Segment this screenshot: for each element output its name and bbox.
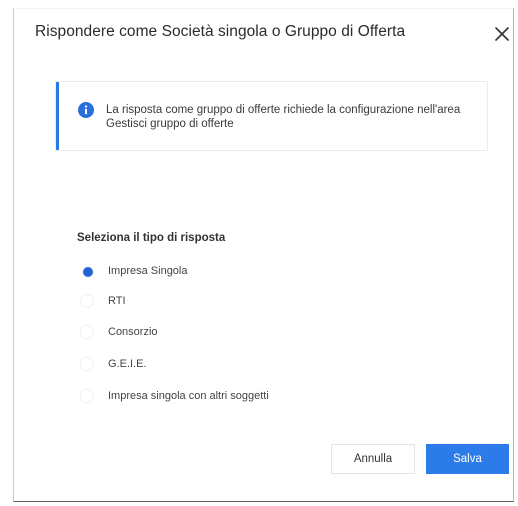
radio-label: Consorzio — [108, 326, 158, 338]
save-button[interactable]: Salva — [426, 444, 509, 474]
close-icon — [495, 27, 509, 41]
radio-rti[interactable]: RTI — [80, 291, 380, 311]
radio-label: Impresa singola con altri soggetti — [108, 390, 269, 402]
cancel-button[interactable]: Annulla — [331, 444, 415, 474]
radio-button[interactable] — [80, 325, 94, 339]
radio-button[interactable] — [80, 389, 94, 403]
response-type-label: Seleziona il tipo di risposta — [77, 232, 226, 244]
dialog-title: Rispondere come Società singola o Gruppo… — [35, 23, 406, 40]
info-banner: La risposta come gruppo di offerte richi… — [56, 82, 487, 150]
radio-consorzio[interactable]: Consorzio — [80, 322, 380, 342]
radio-label: RTI — [108, 295, 126, 307]
radio-button[interactable] — [80, 357, 94, 371]
info-message: La risposta come gruppo di offerte richi… — [106, 104, 461, 130]
radio-button-selected[interactable] — [80, 264, 94, 278]
response-type-dialog: Rispondere come Società singola o Gruppo… — [13, 8, 514, 502]
radio-impresa-singola-altri-soggetti[interactable]: Impresa singola con altri soggetti — [80, 386, 380, 406]
radio-label: Impresa Singola — [108, 265, 188, 277]
close-button[interactable] — [491, 23, 513, 45]
radio-impresa-singola[interactable]: Impresa Singola — [80, 261, 380, 281]
radio-button[interactable] — [80, 294, 94, 308]
info-icon — [78, 102, 94, 118]
radio-label: G.E.I.E. — [108, 358, 147, 370]
radio-geie[interactable]: G.E.I.E. — [80, 354, 380, 374]
